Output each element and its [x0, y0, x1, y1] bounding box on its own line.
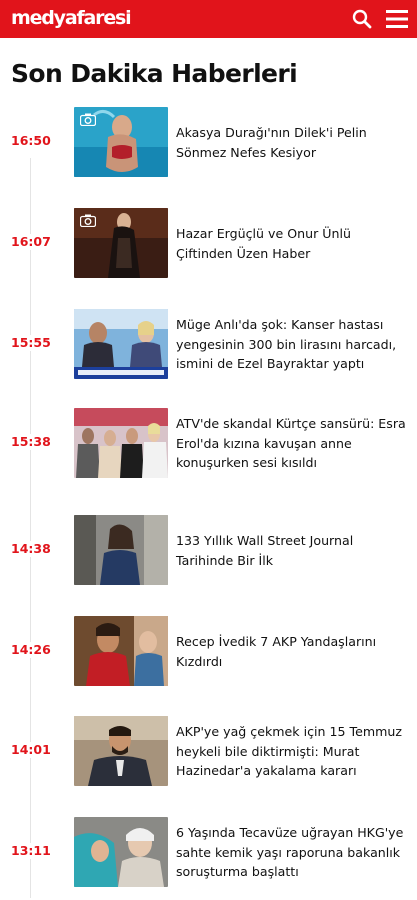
news-headline[interactable]: Recep İvedik 7 AKP Yandaşlarını Kızdırdı	[176, 632, 408, 671]
news-item[interactable]: 16:50 Akasya Durağı'nın Dilek'i Pelin Sö…	[0, 107, 417, 179]
news-time: 15:55	[11, 335, 61, 351]
news-headline[interactable]: 133 Yıllık Wall Street Journal Tarihinde…	[176, 531, 408, 570]
camera-icon	[80, 113, 96, 126]
news-thumbnail[interactable]	[74, 716, 168, 786]
news-time: 15:38	[11, 434, 61, 450]
news-item[interactable]: 13:11 6 Yaşında Tecavüze uğrayan HKG'ye …	[0, 817, 417, 889]
news-headline[interactable]: Müge Anlı'da şok: Kanser hastası yengesi…	[176, 315, 408, 374]
news-thumbnail[interactable]	[74, 817, 168, 887]
news-headline[interactable]: Hazar Ergüçlü ve Onur Ünlü Çiftinden Üze…	[176, 224, 408, 263]
news-item[interactable]: 14:01 AKP'ye yağ çekmek için 15 Temmuz h…	[0, 716, 417, 788]
top-bar: medyafaresi	[0, 0, 417, 38]
site-logo[interactable]: medyafaresi	[11, 6, 132, 30]
news-headline[interactable]: 6 Yaşında Tecavüze uğrayan HKG'ye sahte …	[176, 823, 408, 882]
news-item[interactable]: 14:26 Recep İvedik 7 AKP Yandaşlarını Kı…	[0, 616, 417, 688]
news-thumbnail[interactable]	[74, 107, 168, 177]
news-headline[interactable]: Akasya Durağı'nın Dilek'i Pelin Sönmez N…	[176, 123, 408, 162]
news-item[interactable]: 16:07 Hazar Ergüçlü ve Onur Ünlü Çiftind…	[0, 208, 417, 280]
news-item[interactable]: 14:38 133 Yıllık Wall Street Journal Tar…	[0, 515, 417, 587]
news-thumbnail[interactable]	[74, 515, 168, 585]
search-icon[interactable]	[351, 8, 373, 30]
news-item[interactable]: 15:55 Müge Anlı'da şok: Kanser hastası y…	[0, 309, 417, 381]
news-thumbnail[interactable]	[74, 309, 168, 379]
news-item[interactable]: 15:38 ATV'de skandal Kürtçe sansürü: Esr…	[0, 408, 417, 480]
news-time: 16:07	[11, 234, 61, 250]
camera-icon	[80, 214, 96, 227]
news-thumbnail[interactable]	[74, 616, 168, 686]
news-thumbnail[interactable]	[74, 408, 168, 478]
page-title: Son Dakika Haberleri	[11, 59, 298, 88]
news-thumbnail[interactable]	[74, 208, 168, 278]
news-time: 14:26	[11, 642, 61, 658]
news-time: 16:50	[11, 133, 61, 149]
hamburger-menu-icon[interactable]	[385, 8, 409, 30]
news-time: 13:11	[11, 843, 61, 859]
news-time: 14:38	[11, 541, 61, 557]
news-time: 14:01	[11, 742, 61, 758]
news-headline[interactable]: ATV'de skandal Kürtçe sansürü: Esra Erol…	[176, 414, 408, 473]
news-headline[interactable]: AKP'ye yağ çekmek için 15 Temmuz heykeli…	[176, 722, 408, 781]
